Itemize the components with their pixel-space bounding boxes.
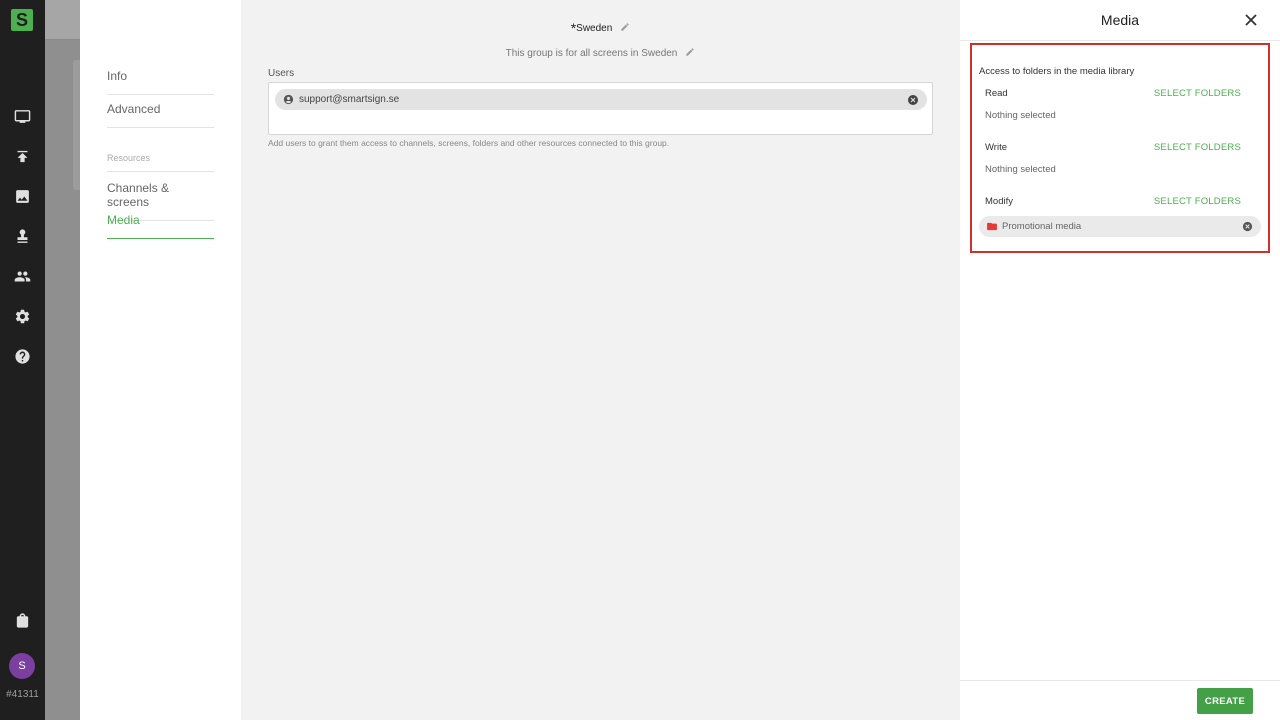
nav-heading-resources: Resources: [107, 153, 214, 172]
panel-footer: CREATE: [960, 680, 1280, 720]
monitor-icon[interactable]: [12, 106, 32, 126]
media-access-section: Access to folders in the media library R…: [970, 43, 1270, 253]
edit-name-icon[interactable]: [620, 22, 630, 32]
stamp-icon[interactable]: [12, 226, 32, 246]
access-title: Access to folders in the media library: [979, 66, 1135, 77]
folder-chip-name: Promotional media: [1002, 221, 1082, 232]
read-select-folders-button[interactable]: SELECT FOLDERS: [1154, 88, 1241, 99]
image-icon[interactable]: [12, 186, 32, 206]
users-input[interactable]: support@smartsign.se: [268, 82, 933, 135]
modify-select-folders-button[interactable]: SELECT FOLDERS: [1154, 196, 1241, 207]
panel-header: Media: [960, 0, 1280, 41]
person-icon: [283, 94, 294, 105]
people-icon[interactable]: [12, 266, 32, 286]
nav-item-info[interactable]: Info: [107, 69, 214, 95]
app-rail: S S #41311: [0, 0, 45, 720]
user-chip: support@smartsign.se: [275, 89, 927, 110]
permission-modify-label: Modify: [985, 196, 1013, 207]
users-hint: Add users to grant them access to channe…: [268, 138, 670, 148]
help-icon[interactable]: [12, 346, 32, 366]
panel-title: Media: [1100, 12, 1140, 28]
close-icon[interactable]: [1244, 13, 1258, 27]
permission-read-label: Read: [985, 88, 1008, 99]
user-chip-email: support@smartsign.se: [299, 94, 400, 105]
group-description[interactable]: This group is for all screens in Sweden: [506, 48, 678, 59]
bag-icon[interactable]: [12, 610, 32, 630]
remove-folder-icon[interactable]: [1242, 221, 1253, 232]
group-editor: *Sweden This group is for all screens in…: [241, 0, 960, 720]
media-panel: Media Access to folders in the media lib…: [960, 0, 1280, 720]
folder-chip: Promotional media: [979, 216, 1261, 237]
nav-item-advanced[interactable]: Advanced: [107, 102, 214, 128]
background-header: [45, 0, 80, 40]
write-empty-text: Nothing selected: [985, 164, 1056, 175]
settings-nav: Info Advanced Resources Channels & scree…: [80, 0, 241, 720]
app-logo[interactable]: S: [11, 9, 33, 31]
create-button[interactable]: CREATE: [1197, 688, 1253, 714]
folder-icon: [987, 222, 997, 231]
remove-user-icon[interactable]: [907, 94, 919, 106]
group-description-row: This group is for all screens in Sweden: [241, 47, 960, 59]
user-avatar[interactable]: S: [9, 653, 35, 679]
write-select-folders-button[interactable]: SELECT FOLDERS: [1154, 142, 1241, 153]
users-label: Users: [268, 68, 295, 79]
read-empty-text: Nothing selected: [985, 110, 1056, 121]
upload-icon[interactable]: [12, 146, 32, 166]
group-name[interactable]: Sweden: [576, 23, 612, 34]
account-id: #41311: [6, 689, 39, 700]
edit-description-icon[interactable]: [685, 47, 695, 57]
nav-item-media[interactable]: Media: [107, 213, 214, 239]
permission-write-label: Write: [985, 142, 1007, 153]
background-app-overlay: [45, 0, 83, 720]
group-name-row: *Sweden: [241, 20, 960, 36]
gear-icon[interactable]: [12, 306, 32, 326]
